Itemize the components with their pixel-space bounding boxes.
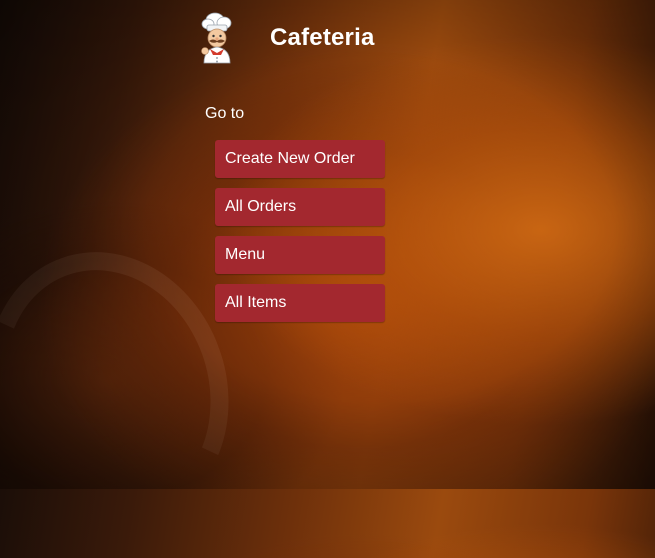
chef-icon bbox=[193, 11, 241, 65]
app-header: Cafeteria bbox=[193, 10, 375, 66]
create-new-order-button[interactable]: Create New Order bbox=[215, 140, 385, 178]
app-title: Cafeteria bbox=[270, 24, 375, 51]
goto-heading: Go to bbox=[205, 105, 245, 122]
all-items-button[interactable]: All Items bbox=[215, 284, 385, 322]
menu-button[interactable]: Menu bbox=[215, 236, 385, 274]
all-orders-button[interactable]: All Orders bbox=[215, 188, 385, 226]
navigation-menu: Create New Order All Orders Menu All Ite… bbox=[215, 140, 385, 322]
